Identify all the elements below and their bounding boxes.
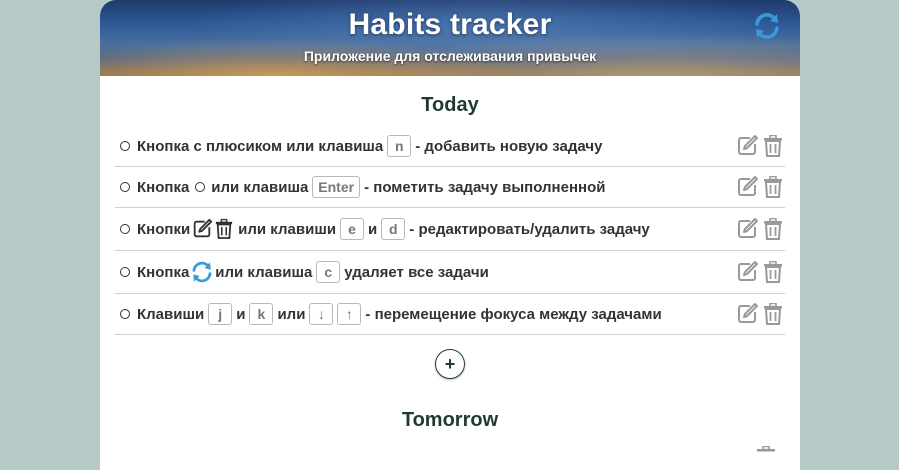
task-text: Кнопка или клавиша Enter - пометить зада… [137, 176, 735, 198]
circle-icon [195, 182, 206, 192]
task-text-part: или клавиша [211, 178, 309, 196]
today-task-list: Кнопка с плюсиком или клавиша n - добави… [115, 126, 785, 335]
task-text-part: - добавить новую задачу [415, 137, 603, 155]
trash-icon[interactable] [763, 218, 783, 240]
trash-icon[interactable] [763, 303, 783, 325]
edit-icon[interactable] [735, 175, 759, 199]
edit-icon[interactable] [735, 134, 759, 158]
task-text-part: Кнопка с плюсиком или клавиша [137, 137, 384, 155]
task-text-part: - перемещение фокуса между задачами [365, 305, 662, 323]
task-text-part: удаляет все задачи [344, 263, 489, 281]
trash-icon[interactable] [763, 261, 783, 283]
task-item[interactable]: Кнопка или клавиша c удаляет все задачи [115, 251, 785, 294]
task-text-part: - редактировать/удалить задачу [409, 220, 650, 238]
edit-icon[interactable] [735, 217, 759, 241]
task-actions [735, 302, 783, 326]
task-actions [735, 260, 783, 284]
key-arrow-up: ↑ [337, 303, 362, 325]
task-text-part: Кнопка [137, 263, 190, 281]
task-item[interactable]: Клавиши j и k или ↓ ↑ - перемещение фоку… [115, 294, 785, 335]
task-item[interactable]: Кнопка с плюсиком или клавиша n - добави… [115, 126, 785, 167]
task-checkbox[interactable] [120, 141, 130, 151]
task-text-part: - пометить задачу выполненной [364, 178, 606, 196]
app-card: Habits tracker Приложение для отслеживан… [100, 0, 800, 470]
task-actions [735, 175, 783, 199]
task-item[interactable]: Кнопка или клавиша Enter - пометить зада… [115, 167, 785, 208]
task-checkbox[interactable] [120, 224, 130, 234]
task-text-part: и [236, 305, 246, 323]
task-checkbox[interactable] [120, 182, 130, 192]
edit-icon[interactable] [735, 260, 759, 284]
task-text-part: Кнопка [137, 178, 190, 196]
task-text: Кнопка или клавиша c удаляет все задачи [137, 260, 735, 284]
key-e: e [340, 218, 365, 240]
key-d: d [381, 218, 406, 240]
trash-icon[interactable] [763, 176, 783, 198]
task-actions [735, 134, 783, 158]
task-text-part: или [277, 305, 306, 323]
task-text: Кнопки или клавиши e и d - редактировать… [137, 218, 735, 240]
task-text-part: или клавиши [238, 220, 337, 238]
app-title: Habits tracker [348, 8, 552, 41]
header-banner: Habits tracker Приложение для отслеживан… [100, 0, 800, 76]
refresh-icon[interactable] [752, 11, 782, 41]
key-k: k [249, 303, 274, 325]
add-task-button[interactable]: + [435, 349, 465, 379]
task-text-part: и [368, 220, 378, 238]
tomorrow-heading: Tomorrow [401, 409, 499, 431]
app-subtitle: Приложение для отслеживания привычек [303, 48, 597, 64]
task-item[interactable]: Кнопки или клавиши e и d - редактировать… [115, 208, 785, 251]
key-n: n [387, 135, 412, 157]
key-arrow-down: ↓ [309, 303, 334, 325]
task-checkbox[interactable] [120, 267, 130, 277]
key-enter: Enter [312, 176, 361, 198]
task-text-part: Клавиши [137, 305, 205, 323]
task-text-part: или клавиша [215, 263, 313, 281]
trash-icon[interactable] [763, 135, 783, 157]
key-c: c [316, 261, 341, 283]
trash-icon[interactable] [756, 445, 776, 470]
task-text-part: Кнопки [137, 220, 191, 238]
edit-icon[interactable] [735, 302, 759, 326]
edit-icon [191, 218, 213, 240]
task-checkbox[interactable] [120, 309, 130, 319]
task-actions [735, 217, 783, 241]
key-j: j [208, 303, 233, 325]
refresh-icon [190, 260, 214, 284]
task-text: Клавиши j и k или ↓ ↑ - перемещение фоку… [137, 303, 735, 325]
task-text: Кнопка с плюсиком или клавиша n - добави… [137, 135, 735, 157]
trash-icon [215, 218, 233, 240]
today-heading: Today [421, 94, 479, 116]
